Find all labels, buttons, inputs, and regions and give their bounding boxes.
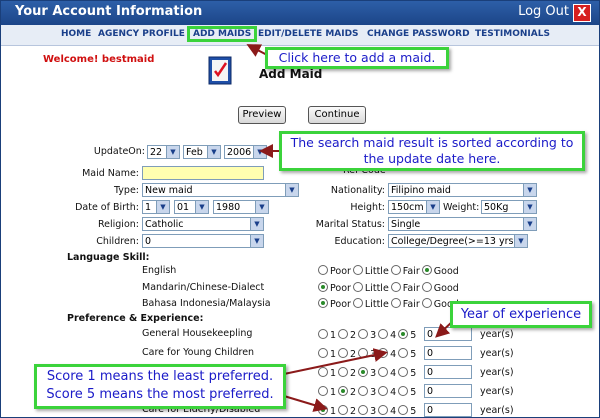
callout-sorted: The search maid result is sorted accordi… [279, 131, 585, 171]
account-window: Your Account Information Log Out X HOME … [0, 0, 600, 418]
arrow-score-1 [283, 395, 328, 412]
callout-year-exp: Year of experience [450, 301, 592, 328]
callout-add-maid: Click here to add a maid. [265, 47, 449, 69]
callout-score: Score 1 means the least preferred. Score… [34, 364, 286, 409]
arrow-score-5 [283, 348, 388, 375]
